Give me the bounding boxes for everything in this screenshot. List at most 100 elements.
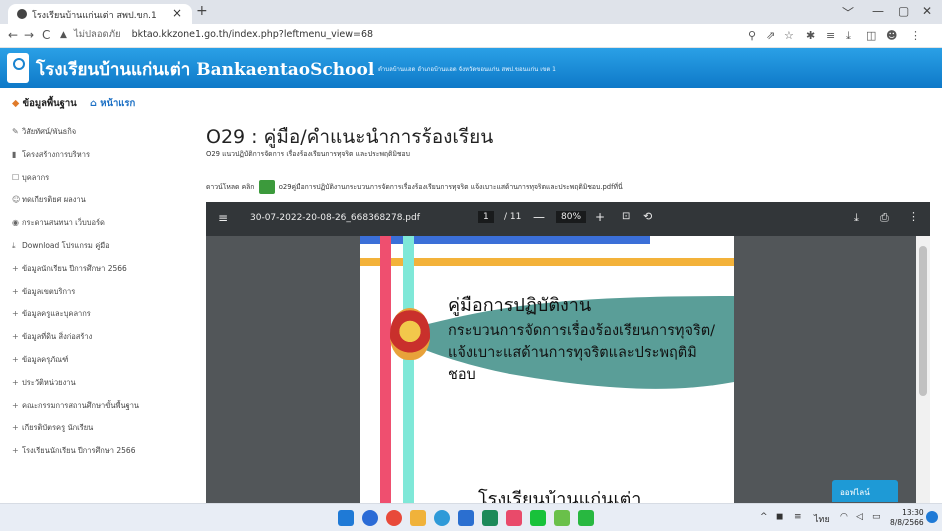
pdf-toolbar: ≡ 30-07-2022-20-08-26_668368278.pdf 1 / … xyxy=(206,202,930,236)
sidebar-header: ◆ ข้อมูลพื้นฐาน ⌂ หน้าแรก xyxy=(12,96,135,111)
sidebar-item-icon: + xyxy=(12,423,19,433)
home-link[interactable]: ⌂ หน้าแรก xyxy=(90,98,135,109)
sidebar-item-label: คณะกรรมการสถานศึกษาขั้นพื้นฐาน xyxy=(22,400,140,410)
profile-avatar-icon[interactable]: ☻ xyxy=(886,29,897,42)
sidebar-item[interactable]: + ประวัติหน่วยงาน xyxy=(12,377,172,395)
teams-app-icon[interactable] xyxy=(578,510,594,526)
security-label: ไม่ปลอดภัย xyxy=(73,29,121,40)
print-icon[interactable]: ⎙ xyxy=(880,211,889,225)
page-total: / 11 xyxy=(504,212,522,222)
forward-button[interactable]: → xyxy=(24,28,34,42)
new-tab-button[interactable]: + xyxy=(196,3,208,19)
pdf-file-icon[interactable] xyxy=(258,180,275,194)
chrome-app-icon[interactable] xyxy=(386,510,402,526)
sidebar-item-icon: ✎ xyxy=(12,127,19,136)
school-logo-icon xyxy=(7,53,29,83)
pdf-menu-icon[interactable]: ≡ xyxy=(218,211,228,225)
chrome-menu-icon[interactable]: ⋮ xyxy=(910,29,921,42)
sidebar-item[interactable]: ✎ วิสัยทัศน์/พันธกิจ xyxy=(12,126,172,144)
sidebar-item-icon: ◉ xyxy=(12,218,19,228)
zoom-level[interactable]: 80% xyxy=(556,211,587,223)
minimize-button[interactable]: — xyxy=(872,4,884,18)
tab-search-icon[interactable]: ﹀ xyxy=(842,4,854,21)
sidebar-item[interactable]: + ข้อมูลที่ดิน สิ่งก่อสร้าง xyxy=(12,331,172,349)
reading-list-icon[interactable]: ≡ xyxy=(826,29,835,42)
fit-page-icon[interactable]: ⊡ xyxy=(622,211,630,222)
side-panel-icon[interactable]: ◫ xyxy=(866,29,876,42)
edge-app-icon[interactable] xyxy=(434,510,450,526)
photos-app-icon[interactable] xyxy=(506,510,522,526)
bookmark-star-icon[interactable]: ☆ xyxy=(784,29,794,42)
sidebar-item-icon: + xyxy=(12,263,19,273)
notepad-app-icon[interactable] xyxy=(554,510,570,526)
wifi-icon[interactable]: ◠ xyxy=(840,512,848,522)
maximize-button[interactable]: ▢ xyxy=(898,4,909,18)
notification-badge-icon[interactable] xyxy=(926,511,938,523)
site-subtitle: ตำบลบ้านแฮด อำเภอบ้านแฮด จังหวัดขอนแก่น … xyxy=(378,66,556,73)
line-app-icon[interactable] xyxy=(530,510,546,526)
store-app-icon[interactable] xyxy=(482,510,498,526)
more-options-icon[interactable]: ⋮ xyxy=(908,210,919,223)
scrollbar-thumb[interactable] xyxy=(919,246,927,396)
sidebar-item[interactable]: + ข้อมูลเขตบริการ xyxy=(12,286,172,304)
pdf-download-icon[interactable]: ⤓ xyxy=(854,211,859,225)
search-icon[interactable] xyxy=(362,510,378,526)
pdf-school-name: โรงเรียนบ้านแก่นเต่า xyxy=(478,489,642,503)
download-link[interactable]: o29คู่มือการปฏิบัติงานกระบวนการจัดการเรื… xyxy=(279,183,623,191)
sidebar-item-label: วิสัยทัศน์/พันธกิจ xyxy=(22,127,77,136)
browser-tab-bar: โรงเรียนบ้านแก่นเต่า สพป.ขก.1 × + ﹀ — ▢ … xyxy=(0,0,942,24)
volume-icon[interactable]: ◁ xyxy=(856,512,863,522)
sidebar-item[interactable]: + ข้อมูลครูและบุคลากร xyxy=(12,308,172,326)
url-text: bktao.kkzone1.go.th/index.php?leftmenu_v… xyxy=(131,29,374,40)
page-number-input[interactable]: 1 xyxy=(478,211,494,223)
reload-button[interactable]: C xyxy=(42,28,50,42)
site-name[interactable]: โรงเรียนบ้านแก่นเต่า BankaentaoSchool xyxy=(36,56,374,83)
sidebar-item-icon: + xyxy=(12,355,19,364)
tray-app-icon[interactable]: ◼ xyxy=(776,512,783,522)
zoom-in-button[interactable]: + xyxy=(595,210,605,224)
warning-icon: ▲ xyxy=(60,30,67,40)
close-window-button[interactable]: ✕ xyxy=(922,4,932,18)
sidebar-item[interactable]: + คณะกรรมการสถานศึกษาขั้นพื้นฐาน xyxy=(12,400,172,418)
language-indicator[interactable]: ไทย xyxy=(814,512,830,526)
download-icon[interactable]: ⤓ xyxy=(846,29,851,43)
rotate-icon[interactable]: ⟲ xyxy=(643,210,652,223)
pdf-scrollbar[interactable] xyxy=(916,236,930,503)
url-field[interactable]: ▲ ไม่ปลอดภัย bktao.kkzone1.go.th/index.p… xyxy=(60,27,880,45)
sidebar-item[interactable]: + เกียรติบัตรครู นักเรียน xyxy=(12,422,172,440)
browser-tab[interactable]: โรงเรียนบ้านแก่นเต่า สพป.ขก.1 × xyxy=(8,4,192,24)
sidebar-item[interactable]: ▮ โครงสร้างการบริหาร xyxy=(12,149,172,167)
sidebar-item[interactable]: ⤓ Download โปรแกรม คู่มือ xyxy=(12,240,172,258)
sidebar-item-label: โรงเรียนนักเรียน ปีการศึกษา 2566 xyxy=(22,446,136,456)
tray-network-icon[interactable]: ≡ xyxy=(794,512,802,522)
tray-chevron-icon[interactable]: ^ xyxy=(760,512,768,522)
chat-widget[interactable]: ออฟไลน์ xyxy=(832,480,898,502)
system-clock[interactable]: 13:30 8/8/2566 xyxy=(890,508,924,528)
globe-icon xyxy=(17,9,27,19)
zoom-icon[interactable]: ⚲ xyxy=(748,29,756,42)
sidebar-item-label: ข้อมูลครูและบุคลากร xyxy=(22,309,91,319)
sidebar-item-icon: ☐ xyxy=(12,172,20,182)
back-button[interactable]: ← xyxy=(8,28,18,42)
sidebar-item[interactable]: ☺ ทดเกียรติยศ ผลงาน xyxy=(12,194,172,212)
sidebar-item[interactable]: + โรงเรียนนักเรียน ปีการศึกษา 2566 xyxy=(12,445,172,463)
battery-icon[interactable]: ▭ xyxy=(872,512,881,522)
share-icon[interactable]: ⇗ xyxy=(766,29,775,42)
pdf-heading: คู่มือการปฏิบัติงาน xyxy=(448,295,592,316)
extensions-icon[interactable]: ✱ xyxy=(806,29,815,42)
pdf-filename: 30-07-2022-20-08-26_668368278.pdf xyxy=(250,213,420,223)
sidebar-item[interactable]: + ข้อมูลครุภัณฑ์ xyxy=(12,354,172,372)
sidebar-item[interactable]: ☐ บุคลากร xyxy=(12,172,172,190)
sidebar-item[interactable]: ◉ กระดานสนทนา เว็บบอร์ด xyxy=(12,217,172,235)
windows-start-icon[interactable] xyxy=(338,510,354,526)
sidebar-item-label: ข้อมูลครุภัณฑ์ xyxy=(22,355,69,364)
sidebar-item[interactable]: + ข้อมูลนักเรียน ปีการศึกษา 2566 xyxy=(12,263,172,281)
sidebar-item-icon: ☺ xyxy=(12,195,21,205)
pdf-viewport: คู่มือการปฏิบัติงาน กระบวนการจัดการเรื่อ… xyxy=(206,236,930,503)
mail-app-icon[interactable] xyxy=(458,510,474,526)
close-tab-icon[interactable]: × xyxy=(172,6,182,20)
sidebar-item-icon: ▮ xyxy=(12,149,17,159)
zoom-out-button[interactable]: — xyxy=(533,210,545,224)
windows-taskbar: ^ ◼ ≡ ไทย ◠ ◁ ▭ 13:30 8/8/2566 xyxy=(0,503,942,531)
file-explorer-icon[interactable] xyxy=(410,510,426,526)
